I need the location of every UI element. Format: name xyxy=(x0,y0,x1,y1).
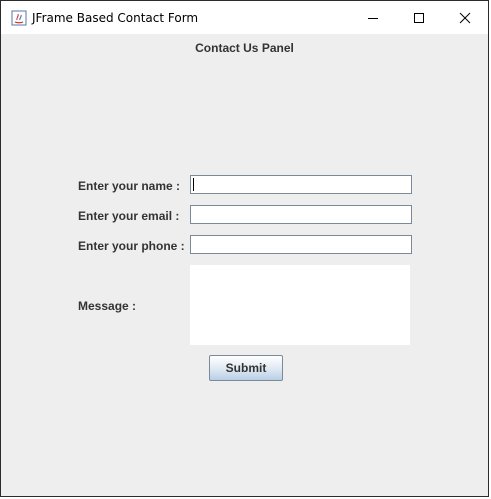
java-app-icon xyxy=(11,10,27,26)
message-label: Message : xyxy=(78,299,137,313)
title-bar[interactable]: JFrame Based Contact Form xyxy=(1,1,488,34)
email-field[interactable] xyxy=(190,205,412,224)
phone-label: Enter your phone : xyxy=(78,239,185,253)
submit-button[interactable]: Submit xyxy=(209,355,283,381)
window-title: JFrame Based Contact Form xyxy=(32,11,199,25)
minimize-icon xyxy=(368,17,378,19)
text-caret xyxy=(193,178,194,191)
close-button[interactable] xyxy=(442,1,488,34)
close-icon xyxy=(459,12,471,23)
app-window: JFrame Based Contact Form Contact Us Pan… xyxy=(0,0,489,497)
name-field[interactable] xyxy=(190,175,412,194)
maximize-button[interactable] xyxy=(396,1,442,34)
maximize-icon xyxy=(414,12,424,23)
panel-title: Contact Us Panel xyxy=(195,41,294,55)
email-label: Enter your email : xyxy=(78,209,180,223)
minimize-button[interactable] xyxy=(350,1,396,34)
name-label: Enter your name : xyxy=(78,179,181,193)
message-textarea[interactable] xyxy=(190,265,410,345)
phone-field[interactable] xyxy=(190,235,412,254)
